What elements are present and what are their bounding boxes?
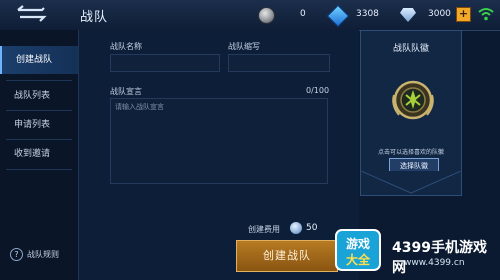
divider	[6, 80, 72, 81]
manifesto-placeholder: 请输入战队宣言	[115, 103, 164, 111]
creation-fee-label: 创建费用	[248, 225, 280, 234]
sidebar: 创建战队 战队列表 申请列表 收到邀请	[0, 30, 79, 280]
add-diamond-button[interactable]: +	[456, 7, 471, 22]
manifesto-label: 战队宣言	[110, 87, 142, 96]
team-abbr-input[interactable]	[228, 54, 330, 72]
team-abbr-label: 战队缩写	[228, 42, 260, 51]
panel-ribbon-tail	[361, 171, 461, 194]
emblem-panel: 战队队徽 点击可以选择喜欢的队徽 选择队徽	[360, 30, 462, 196]
diamond-icon	[400, 8, 416, 22]
create-team-button[interactable]: 创建战队	[236, 240, 338, 272]
gold-coin-icon	[258, 7, 275, 24]
sidebar-item-label: 收到邀请	[14, 149, 51, 159]
team-rules-link[interactable]: ? 战队规则	[10, 248, 59, 261]
manifesto-textarea[interactable]: 请输入战队宣言	[110, 98, 328, 184]
sidebar-item-label: 申请列表	[14, 120, 51, 130]
svg-text:大全: 大全	[346, 252, 371, 267]
wifi-icon	[478, 8, 494, 21]
divider	[6, 169, 72, 170]
game-collection-logo: 游戏 大全	[335, 229, 381, 271]
sidebar-item-applications[interactable]: 申请列表	[0, 111, 78, 139]
team-rules-label: 战队规则	[27, 250, 59, 259]
emblem-title: 战队队徽	[392, 44, 429, 54]
help-icon: ?	[10, 248, 23, 261]
svg-text:游戏: 游戏	[346, 236, 370, 251]
diamond-icon	[290, 222, 302, 234]
watermark-brand: 4399手机游戏网	[392, 240, 487, 276]
sidebar-item-create-team[interactable]: 创建战队	[0, 46, 78, 74]
back-arrow-icon[interactable]	[14, 5, 48, 25]
sidebar-item-invitations[interactable]: 收到邀请	[0, 140, 78, 168]
team-name-input[interactable]	[110, 54, 220, 72]
sidebar-item-team-list[interactable]: 战队列表	[0, 82, 78, 110]
manifesto-char-count: 0/100	[306, 86, 330, 95]
team-name-label: 战队名称	[110, 42, 142, 51]
page-title: 战队	[80, 10, 109, 25]
sidebar-item-label: 战队列表	[14, 91, 51, 101]
watermark-url: www.4399.cn	[404, 258, 465, 268]
team-emblem-icon[interactable]	[389, 75, 437, 125]
sidebar-item-label: 创建战队	[16, 55, 53, 65]
top-bar: 战队 0 3308 3000 +	[0, 0, 500, 31]
emblem-hint: 点击可以选择喜欢的队徽	[377, 149, 444, 156]
blue-gem-icon	[326, 4, 350, 28]
creation-fee-value: 50	[306, 223, 318, 233]
